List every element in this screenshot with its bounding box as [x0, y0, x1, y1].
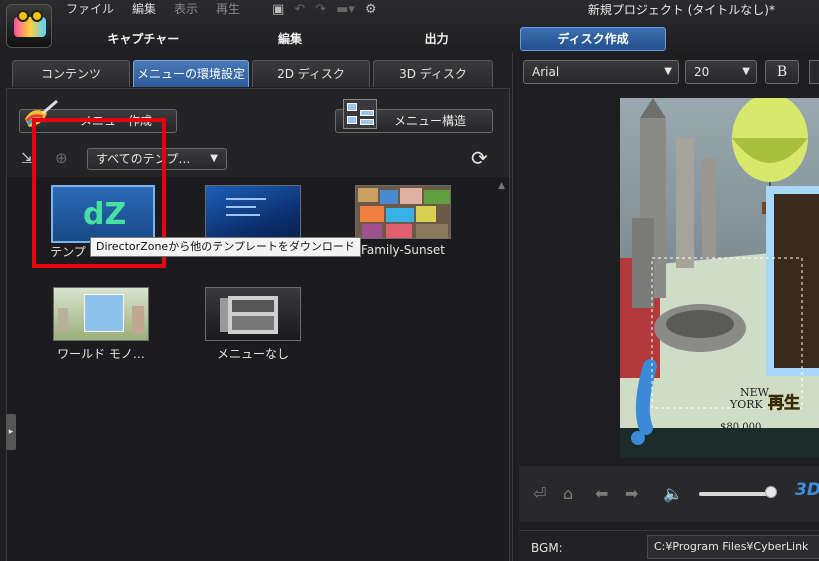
chevron-down-icon: ▼: [210, 153, 218, 164]
font-size-select[interactable]: 20 ▼: [685, 60, 757, 84]
window-title: 新規プロジェクト (タイトルなし)*: [587, 3, 775, 17]
tooltip: DirectorZoneから他のテンプレートをダウンロード: [90, 237, 361, 257]
template-label-no-menu: メニューなし: [216, 347, 289, 361]
menu-structure-label: メニュー構造: [394, 114, 467, 128]
template-thumb-world-monopoly[interactable]: [53, 287, 149, 341]
svg-text:$80,000: $80,000: [720, 422, 761, 433]
preview-play-text[interactable]: 再生: [768, 393, 801, 413]
redo-icon[interactable]: ↷: [315, 2, 326, 17]
menu-structure-icon: [343, 99, 377, 129]
template-thumb-no-menu[interactable]: [205, 287, 301, 341]
tab-2d-disc[interactable]: 2D ディスク: [252, 60, 370, 87]
tab-disc-creation[interactable]: ディスク作成: [520, 27, 666, 51]
menu-file[interactable]: ファイル: [66, 0, 114, 18]
font-family-value: Arial: [532, 65, 560, 79]
menu-view[interactable]: 表示: [174, 0, 198, 18]
font-size-value: 20: [694, 65, 710, 79]
tab-contents[interactable]: コンテンツ: [12, 60, 130, 87]
undo-icon[interactable]: ↶: [294, 2, 305, 17]
sub-tabs: コンテンツ メニューの環境設定 2D ディスク 3D ディスク: [12, 60, 493, 87]
menu-preview: NEW YORK $80,000 再生: [620, 98, 819, 458]
3d-toggle-icon[interactable]: 3D: [795, 480, 819, 500]
menu-bar: ファイル 編集 表示 再生: [66, 0, 240, 18]
template-label-world-monopoly: ワールド モノ…: [57, 347, 145, 361]
volume-slider-knob[interactable]: [765, 486, 777, 498]
volume-icon[interactable]: 🔈: [663, 484, 683, 503]
tab-menu-settings[interactable]: メニューの環境設定: [133, 60, 249, 87]
tab-edit[interactable]: 編集: [217, 28, 364, 50]
gear-icon[interactable]: ⚙: [365, 2, 377, 17]
return-icon[interactable]: ⏎: [533, 484, 546, 503]
mode-tabs: キャプチャー 編集 出力: [70, 28, 510, 50]
arrow-left-icon[interactable]: ⬅: [595, 484, 608, 503]
aspect-icon[interactable]: ▬▾: [336, 2, 355, 17]
app-window: ファイル 編集 表示 再生 ▣ ↶ ↷ ▬▾ ⚙ 新規プロジェクト (タイトルな…: [0, 0, 819, 561]
preview-controls: ⏎ ⌂ ⬅ ➡ 🔈 3D: [519, 466, 819, 522]
film-strip-icon: [220, 296, 278, 334]
bold-button[interactable]: B: [765, 60, 799, 84]
menu-edit[interactable]: 編集: [132, 0, 156, 18]
top-bar: ファイル 編集 表示 再生 ▣ ↶ ↷ ▬▾ ⚙ 新規プロジェクト (タイトルな…: [0, 0, 819, 52]
volume-slider[interactable]: [699, 492, 771, 496]
chevron-down-icon: ▼: [742, 66, 750, 77]
scroll-up-icon[interactable]: ▲: [498, 181, 505, 191]
svg-text:YORK: YORK: [729, 398, 764, 411]
arrow-right-icon[interactable]: ➡: [625, 484, 638, 503]
more-format-button[interactable]: [809, 60, 819, 84]
quick-toolbar: ▣ ↶ ↷ ▬▾ ⚙: [272, 0, 377, 18]
tab-capture[interactable]: キャプチャー: [70, 28, 217, 50]
bgm-row: BGM: C:¥Program Files¥CyberLink: [519, 530, 819, 561]
app-logo-icon[interactable]: [6, 4, 52, 48]
tab-output[interactable]: 出力: [363, 28, 510, 50]
font-toolbar: Arial ▼ 20 ▼ B: [513, 60, 819, 86]
preview-image: NEW YORK $80,000 再生: [620, 98, 819, 458]
chevron-down-icon: ▼: [664, 66, 672, 77]
tab-3d-disc[interactable]: 3D ディスク: [373, 60, 493, 87]
template-thumb-family-sunset[interactable]: [355, 185, 451, 239]
template-thumb-blue[interactable]: [205, 185, 301, 239]
save-icon[interactable]: ▣: [272, 2, 284, 17]
right-panel: Arial ▼ 20 ▼ B NEW YORK $80,000 再生 ⏎ ⌂ ⬅…: [512, 52, 819, 561]
bgm-path-field[interactable]: C:¥Program Files¥CyberLink: [647, 535, 819, 559]
bgm-label: BGM:: [531, 541, 563, 555]
home-icon[interactable]: ⌂: [563, 484, 573, 503]
menu-play[interactable]: 再生: [216, 0, 240, 18]
panel-collapse-handle[interactable]: ▸: [6, 414, 16, 450]
refresh-icon[interactable]: ⟳: [471, 146, 488, 170]
font-family-select[interactable]: Arial ▼: [523, 60, 679, 84]
